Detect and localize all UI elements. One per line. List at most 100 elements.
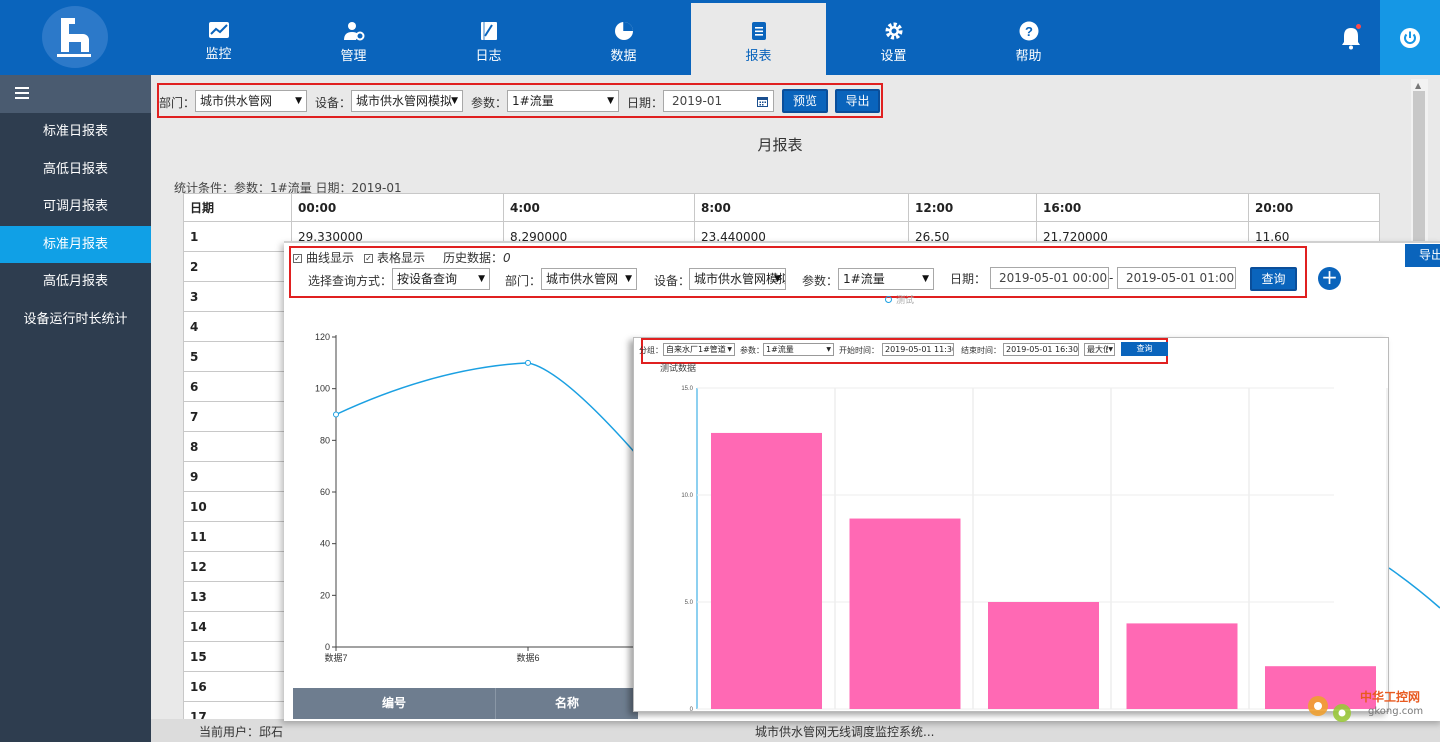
date-input[interactable]: 2019-01 [663, 90, 774, 112]
start-time-label: 开始时间： [839, 346, 879, 355]
menu-toggle-button[interactable] [0, 75, 151, 113]
ov-device-value: 城市供水管网模拟 [694, 272, 786, 286]
nav-report[interactable]: 报表 [691, 3, 826, 75]
column-header: 16:00 [1036, 193, 1249, 222]
bar-chart: 0 5.0 10.0 15.0 [681, 386, 1388, 711]
param-select[interactable]: 1#流量 ▼ [507, 90, 619, 112]
table-display-checkbox[interactable]: ✓ 表格显示 [364, 249, 425, 266]
ov-param-label: 参数： [802, 274, 839, 288]
nav-settings[interactable]: 设置 [826, 3, 961, 75]
ov-dept-select[interactable]: 城市供水管网 ▼ [541, 268, 637, 290]
sidebar-item-runtime-stats[interactable]: 设备运行时长统计 [0, 301, 151, 339]
curve-display-checkbox[interactable]: ✓ 曲线显示 [293, 249, 354, 266]
caret-down-icon: ▼ [727, 346, 732, 353]
caret-down-icon: ▼ [295, 96, 302, 106]
ov-dept-label: 部门： [505, 274, 542, 288]
bar [988, 602, 1099, 709]
status-footer: 当前用户：邱石 城市供水管网无线调度监控系统... [151, 719, 1440, 742]
log-book-icon [480, 22, 497, 40]
nav-monitor[interactable]: 监控 [151, 3, 286, 75]
sidebar-item-highlow-daily[interactable]: 高低日报表 [0, 151, 151, 189]
ov-date-label: 日期： [950, 272, 987, 286]
gear-icon [885, 22, 902, 40]
date-cell: 3 [183, 281, 292, 312]
bar-chart-title: 测试数据 [660, 364, 697, 374]
column-header: 编号 [293, 688, 496, 719]
ov-query-button[interactable]: 查询 [1250, 267, 1297, 291]
logout-button[interactable] [1380, 0, 1440, 75]
check-icon: ✓ [364, 254, 373, 263]
preview-button[interactable]: 预览 [782, 89, 828, 113]
end-time-label: 结束时间： [961, 346, 1001, 355]
sidebar-item-standard-daily[interactable]: 标准日报表 [0, 113, 151, 151]
nav-label: 监控 [205, 47, 232, 62]
group-select-value: 自来水厂1#管道 [666, 345, 726, 354]
y-tick-label: 40 [320, 539, 330, 549]
bar-query-button[interactable]: 查询 [1121, 342, 1168, 356]
current-user: 当前用户：邱石 [199, 725, 284, 739]
nav-help[interactable]: ? 帮助 [961, 3, 1096, 75]
y-tick-label: 60 [320, 487, 330, 497]
column-header: 00:00 [291, 193, 504, 222]
date-cell: 5 [183, 341, 292, 372]
column-header: 8:00 [694, 193, 909, 222]
sidebar-item-adjustable-monthly[interactable]: 可调月报表 [0, 188, 151, 226]
legend-marker-icon [885, 296, 892, 303]
ov-param-select[interactable]: 1#流量 ▼ [838, 268, 934, 290]
history-data-value: 0 [503, 251, 511, 265]
history-export-button[interactable]: 导出 [1405, 244, 1440, 267]
start-time-input[interactable]: 2019-05-01 11:30:00 [882, 343, 954, 356]
ov-date-end-input[interactable]: 2019-05-01 01:00:00 [1117, 267, 1236, 289]
bar-param-select[interactable]: 1#流量 ▼ [763, 343, 834, 356]
svg-text:?: ? [1025, 24, 1033, 39]
nav-label: 报表 [745, 49, 772, 64]
caret-down-icon: ▼ [607, 96, 614, 106]
ov-date-separator: - [1109, 271, 1114, 285]
bar [1126, 623, 1238, 709]
watermark-url: gkong.com [1368, 706, 1424, 717]
sidebar-item-highlow-monthly[interactable]: 高低月报表 [0, 263, 151, 301]
aggregate-select[interactable]: 最大值 ▼ [1084, 343, 1115, 356]
column-header: 4:00 [503, 193, 695, 222]
ov-date-start-input[interactable]: 2019-05-01 00:00:00 [990, 267, 1109, 289]
bar-param-value: 1#流量 [766, 345, 794, 354]
bell-icon [1342, 28, 1360, 50]
sidebar-item-standard-monthly[interactable]: 标准月报表 [0, 225, 151, 263]
add-button[interactable]: + [1318, 267, 1341, 290]
y-tick-label: 0 [690, 707, 694, 711]
date-cell: 4 [183, 311, 292, 342]
ov-device-select[interactable]: 城市供水管网模拟 ▼ [689, 268, 786, 290]
caret-down-icon: ▼ [478, 274, 485, 284]
y-tick-label: 10.0 [681, 493, 693, 499]
series-line-tail [1389, 567, 1440, 609]
dept-select[interactable]: 城市供水管网 ▼ [195, 90, 307, 112]
nav-manage[interactable]: 管理 [286, 3, 421, 75]
device-label: 设备： [315, 96, 352, 110]
data-point [525, 359, 531, 366]
dept-label: 部门： [159, 96, 196, 110]
device-select[interactable]: 城市供水管网模拟 ▼ [351, 90, 463, 112]
scroll-up-arrow-icon[interactable]: ▲ [1415, 81, 1421, 90]
check-icon: ✓ [293, 254, 302, 263]
dept-select-value: 城市供水管网 [200, 94, 273, 108]
notification-button[interactable] [1340, 24, 1362, 53]
power-icon [1400, 27, 1420, 48]
calendar-icon [757, 97, 768, 107]
x-tick-label: 数据7 [324, 652, 347, 663]
y-tick-label: 20 [320, 590, 330, 600]
end-time-input[interactable]: 2019-05-01 16:30:00 [1003, 343, 1079, 356]
legend-label: 测试 [896, 296, 915, 306]
export-button[interactable]: 导出 [835, 89, 880, 113]
param-select-value: 1#流量 [512, 94, 554, 108]
nav-log[interactable]: 日志 [421, 3, 556, 75]
query-mode-select[interactable]: 按设备查询 ▼ [392, 268, 490, 290]
user-gear-icon [343, 22, 364, 41]
date-cell: 16 [183, 671, 292, 702]
caret-down-icon: ▼ [922, 274, 929, 284]
group-select[interactable]: 自来水厂1#管道 ▼ [663, 343, 735, 356]
history-data-info: 历史数据：0 [443, 249, 511, 266]
scrollbar-thumb[interactable] [1413, 91, 1425, 251]
history-data-label: 历史数据： [443, 251, 504, 265]
caret-down-icon: ▼ [774, 274, 781, 284]
nav-data[interactable]: 数据 [556, 3, 691, 75]
